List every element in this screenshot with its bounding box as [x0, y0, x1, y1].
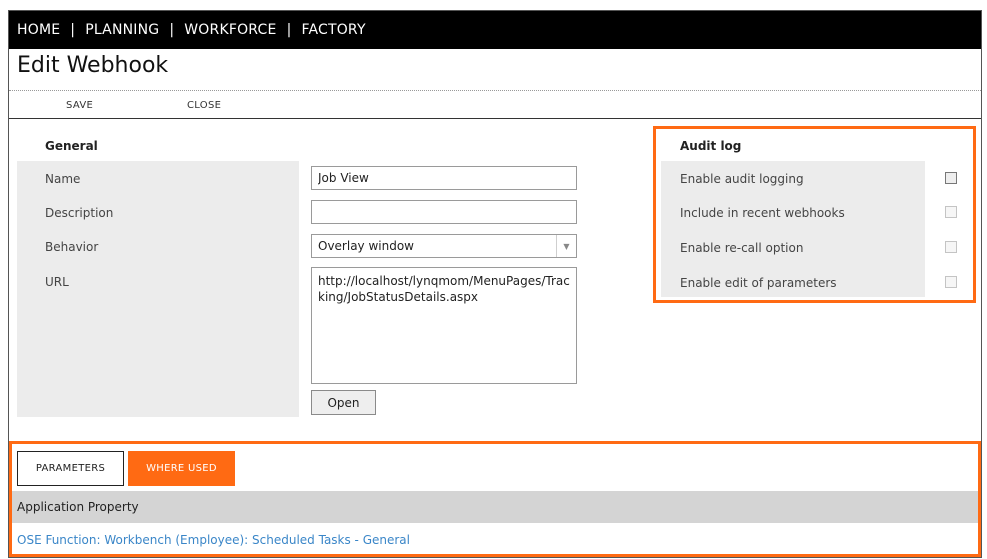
description-input[interactable]: [311, 200, 577, 224]
name-input[interactable]: [311, 166, 577, 190]
behavior-select[interactable]: Overlay window ▼: [311, 234, 577, 258]
close-button[interactable]: CLOSE: [187, 100, 221, 111]
nav-separator: |: [169, 22, 175, 38]
page-title: Edit Webhook: [17, 53, 169, 78]
nav-home[interactable]: HOME: [17, 22, 60, 38]
audit-option-label: Enable audit logging: [680, 172, 804, 186]
description-label: Description: [45, 206, 114, 220]
enable-recall-checkbox[interactable]: [945, 241, 957, 253]
enable-edit-parameters-checkbox[interactable]: [945, 276, 957, 288]
audit-option-label: Include in recent webhooks: [680, 206, 845, 220]
top-navigation: HOME | PLANNING | WORKFORCE | FACTORY: [9, 11, 981, 49]
audit-option-label: Enable re-call option: [680, 241, 804, 255]
enable-audit-logging-checkbox[interactable]: [945, 172, 957, 184]
toolbar: SAVE CLOSE: [9, 91, 981, 119]
open-button[interactable]: Open: [311, 390, 376, 415]
nav-factory[interactable]: FACTORY: [301, 22, 365, 38]
edit-webhook-window: HOME | PLANNING | WORKFORCE | FACTORY Ed…: [8, 10, 982, 558]
nav-separator: |: [70, 22, 76, 38]
where-used-link[interactable]: OSE Function: Workbench (Employee): Sche…: [17, 533, 410, 547]
url-textarea[interactable]: http://localhost/lynqmom/MenuPages/Track…: [311, 267, 577, 384]
tab-where-used[interactable]: WHERE USED: [128, 451, 235, 486]
audit-option-label: Enable edit of parameters: [680, 276, 837, 290]
nav-planning[interactable]: PLANNING: [85, 22, 159, 38]
name-label: Name: [45, 172, 81, 186]
nav-separator: |: [286, 22, 292, 38]
url-label: URL: [45, 275, 69, 289]
general-label-panel: [17, 161, 299, 417]
behavior-label: Behavior: [45, 240, 99, 254]
nav-workforce[interactable]: WORKFORCE: [184, 22, 276, 38]
chevron-down-icon: ▼: [556, 235, 576, 257]
save-button[interactable]: SAVE: [66, 100, 93, 111]
include-recent-webhooks-checkbox[interactable]: [945, 206, 957, 218]
audit-log-heading: Audit log: [680, 139, 742, 153]
general-heading: General: [45, 139, 98, 153]
column-header-application-property[interactable]: Application Property: [12, 491, 978, 523]
tab-parameters[interactable]: PARAMETERS: [17, 451, 124, 486]
behavior-selected-value: Overlay window: [318, 239, 414, 253]
